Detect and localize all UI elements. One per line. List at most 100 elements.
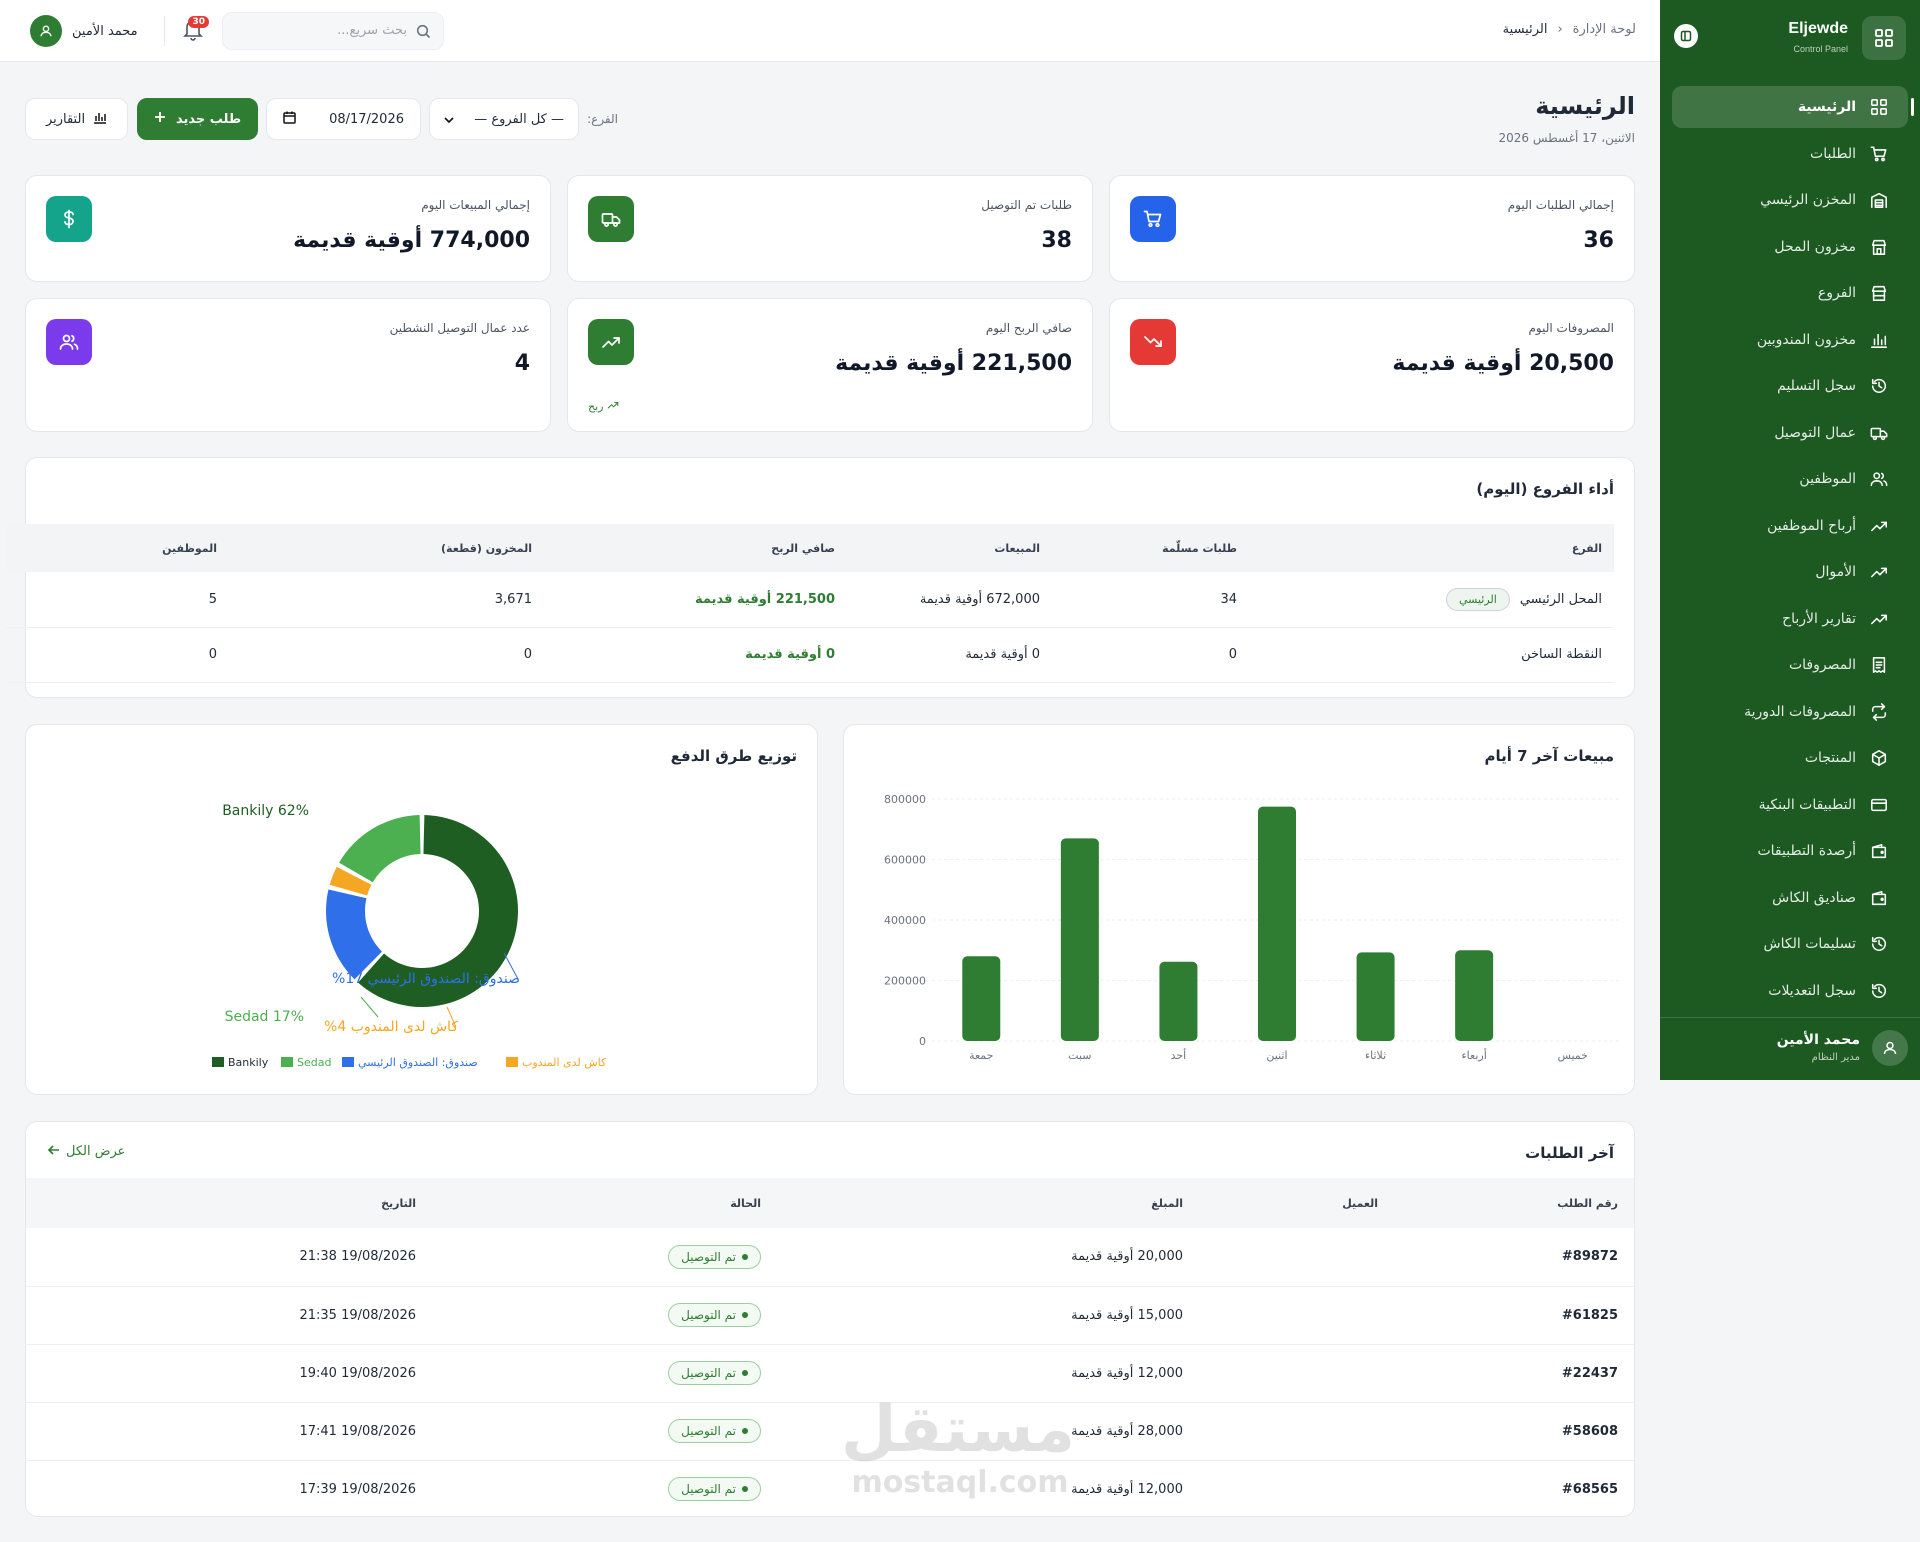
table-row[interactable]: #22437 12,000 أوقية قديمة تم التوصيل 19/08/… (26, 1344, 1634, 1403)
order-id-cell[interactable]: #61825 (1394, 1286, 1634, 1345)
sidebar-item-label: الأموال (1815, 564, 1856, 580)
search-icon (416, 24, 431, 43)
order-id-cell[interactable]: #22437 (1394, 1344, 1634, 1403)
status-label: تم التوصيل (681, 1424, 736, 1438)
sidebar-item-6[interactable]: سجل التسليم (1672, 365, 1908, 407)
stat-note-label: ربح (588, 400, 604, 413)
sidebar-item-7[interactable]: عمال التوصيل (1672, 412, 1908, 454)
bar[interactable] (1455, 950, 1494, 1041)
sidebar-item-3[interactable]: مخزون المحل (1672, 226, 1908, 268)
sales-chart-card: مبيعات آخر 7 أيام 0 200000 400000 600000 800… (843, 724, 1635, 1095)
date-picker[interactable]: 08/17/2026 (266, 98, 421, 140)
col-stock: المخزون (قطعة) (229, 524, 544, 572)
sidebar-item-1[interactable]: الطلبات (1672, 133, 1908, 175)
pie-slice[interactable] (339, 815, 421, 883)
branch-name-cell: النقطة الساخن (1249, 627, 1614, 683)
table-row[interactable]: #61825 15,000 أوقية قديمة تم التوصيل 19/08/… (26, 1286, 1634, 1345)
sidebar-item-label: المصروفات الدورية (1744, 703, 1856, 720)
table-row[interactable]: #58608 28,000 أوقية قديمة تم التوصيل 19/08/… (26, 1402, 1634, 1461)
user-icon (1872, 1030, 1908, 1066)
orders-table: رقم الطلب العميل المبلغ الحالة التاريخ #… (26, 1178, 1634, 1516)
stat-value: 4 (514, 351, 530, 376)
view-all-label: عرض الكل (66, 1144, 126, 1159)
bar[interactable] (1060, 838, 1099, 1041)
recent-orders-card: آخر الطلبات عرض الكل رقم الطلب العميل ال… (25, 1121, 1635, 1517)
branch-name-cell: المحل الرئيسي الرئيسي (1249, 572, 1614, 628)
x-tick-label: خميس (1557, 1049, 1588, 1062)
status-cell: تم التوصيل (432, 1228, 777, 1287)
bar[interactable] (1356, 952, 1395, 1041)
trend-up-icon (588, 319, 634, 365)
sidebar-item-label: تسليمات الكاش (1763, 936, 1856, 952)
stock-cell: 3,671 (229, 572, 544, 628)
sidebar-item-16[interactable]: أرصدة التطبيقات (1672, 830, 1908, 872)
sidebar-item-17[interactable]: صناديق الكاش (1672, 877, 1908, 919)
client-cell (1199, 1460, 1394, 1516)
bar[interactable] (1258, 806, 1296, 1041)
order-id-cell[interactable]: #89872 (1394, 1228, 1634, 1287)
sidebar-item-14[interactable]: المنتجات (1672, 737, 1908, 779)
arrow-left-icon (47, 1144, 60, 1159)
view-all-link[interactable]: عرض الكل (47, 1144, 126, 1159)
sidebar-item-12[interactable]: المصروفات (1672, 644, 1908, 686)
breadcrumb-root[interactable]: لوحة الإدارة (1573, 22, 1636, 37)
table-row[interactable]: #89872 20,000 أوقية قديمة تم التوصيل 19/08/… (26, 1228, 1634, 1287)
table-row[interactable]: #68565 12,000 أوقية قديمة تم التوصيل 19/08/… (26, 1460, 1634, 1516)
bar[interactable] (1159, 961, 1198, 1041)
topbar-user[interactable]: محمد الأمين (30, 15, 138, 47)
collapse-sidebar-button[interactable] (1674, 24, 1698, 48)
status-dot (742, 1312, 748, 1318)
sidebar-item-13[interactable]: المصروفات الدورية (1672, 691, 1908, 733)
col-branch: الفرع (1249, 524, 1614, 572)
receipt-icon (1868, 654, 1890, 676)
repeat-icon (1868, 701, 1890, 723)
search-input[interactable]: بحث سريع... (222, 12, 444, 50)
stock-cell: 0 (229, 627, 544, 683)
sidebar-item-5[interactable]: مخزون المندوبين (1672, 319, 1908, 361)
reports-button[interactable]: التقارير (25, 98, 128, 140)
status-dot (742, 1486, 748, 1492)
notifications-button[interactable]: 30 (180, 16, 209, 45)
stat-card-1: طلبات تم التوصيل 38 (567, 175, 1093, 282)
legend-swatch (342, 1057, 354, 1067)
sidebar-item-11[interactable]: تقارير الأرباح (1672, 598, 1908, 640)
recent-orders-title: آخر الطلبات (1525, 1144, 1614, 1162)
legend-label[interactable]: صندوق: الصندوق الرئيسي (358, 1056, 478, 1069)
sidebar-item-18[interactable]: تسليمات الكاش (1672, 923, 1908, 965)
sidebar-item-0[interactable]: الرئيسية (1672, 86, 1914, 128)
legend-label[interactable]: كاش لدى المندوب (522, 1056, 607, 1069)
chevron-down-icon (444, 112, 454, 127)
col-date: التاريخ (26, 1178, 432, 1228)
y-tick-label: 600000 (884, 854, 926, 867)
sidebar-item-4[interactable]: الفروع (1672, 272, 1908, 314)
sidebar-item-8[interactable]: الموظفين (1672, 458, 1908, 500)
col-order-id: رقم الطلب (1394, 1178, 1634, 1228)
grid-icon (1868, 96, 1890, 118)
stat-value: 36 (1583, 228, 1614, 253)
legend-label[interactable]: Sedad (297, 1056, 331, 1069)
bell-icon (182, 20, 204, 45)
wallet-icon (1868, 887, 1890, 909)
date-cell: 19/08/2026 17:41 (26, 1402, 432, 1461)
status-cell: تم التوصيل (432, 1344, 777, 1403)
sidebar-item-19[interactable]: سجل التعديلات (1672, 970, 1908, 1012)
reports-label: التقارير (45, 111, 86, 127)
new-order-button[interactable]: طلب جديد (137, 98, 258, 140)
sidebar-item-10[interactable]: الأموال (1672, 551, 1908, 593)
bar[interactable] (962, 956, 1001, 1041)
calendar-icon (283, 111, 296, 128)
sidebar-item-2[interactable]: المخزن الرئيسي (1672, 179, 1908, 221)
order-id-cell[interactable]: #58608 (1394, 1402, 1634, 1461)
sidebar-user[interactable]: محمد الأمين مدير النظام (1660, 1017, 1920, 1080)
sidebar-item-15[interactable]: التطبيقات البنكية (1672, 784, 1908, 826)
legend-label[interactable]: Bankily (228, 1056, 269, 1069)
staff-cell: 0 (6, 627, 229, 683)
status-dot (742, 1253, 748, 1260)
notification-count: 30 (188, 16, 209, 28)
sidebar-item-9[interactable]: أرباح الموظفين (1672, 505, 1908, 547)
users-icon (46, 319, 92, 365)
branch-select[interactable]: — كل الفروع — (429, 98, 579, 140)
order-id-cell[interactable]: #68565 (1394, 1460, 1634, 1516)
stat-label: إجمالي المبيعات اليوم (421, 198, 530, 212)
sidebar-item-label: تقارير الأرباح (1782, 610, 1856, 627)
